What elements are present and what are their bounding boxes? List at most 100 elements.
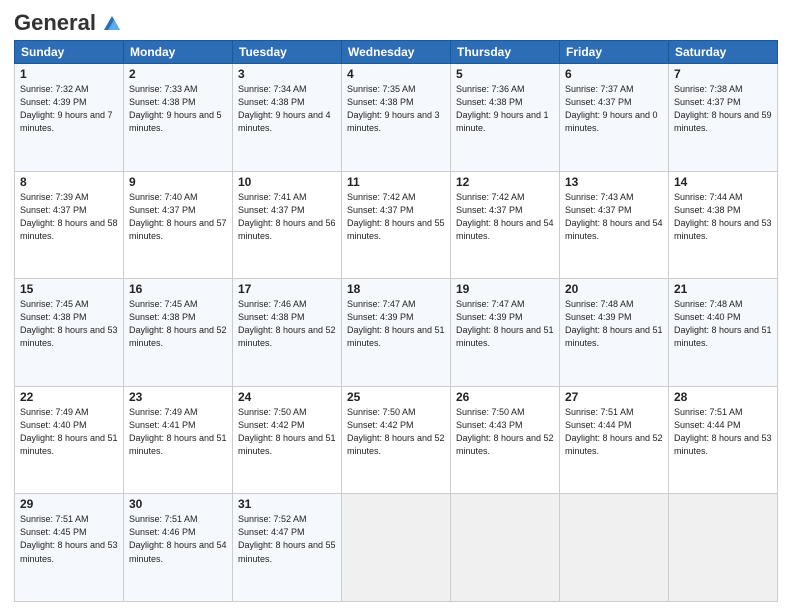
day-cell: 13 Sunrise: 7:43 AMSunset: 4:37 PMDayligh…: [560, 171, 669, 279]
day-number: 6: [565, 67, 663, 81]
day-cell: [560, 494, 669, 602]
weekday-header-wednesday: Wednesday: [342, 41, 451, 64]
day-number: 19: [456, 282, 554, 296]
logo-icon: [100, 12, 122, 34]
day-info: Sunrise: 7:33 AMSunset: 4:38 PMDaylight:…: [129, 83, 227, 135]
weekday-header-saturday: Saturday: [669, 41, 778, 64]
day-cell: 15 Sunrise: 7:45 AMSunset: 4:38 PMDayligh…: [15, 279, 124, 387]
day-number: 5: [456, 67, 554, 81]
week-row-5: 29Sunrise: 7:51 AMSunset: 4:45 PMDayligh…: [15, 494, 778, 602]
day-cell: 26 Sunrise: 7:50 AMSunset: 4:43 PMDayligh…: [451, 386, 560, 494]
day-number: 29: [20, 497, 118, 511]
day-info: Sunrise: 7:48 AMSunset: 4:39 PMDaylight:…: [565, 298, 663, 350]
weekday-header-friday: Friday: [560, 41, 669, 64]
day-cell: 22 Sunrise: 7:49 AMSunset: 4:40 PMDayligh…: [15, 386, 124, 494]
day-number: 10: [238, 175, 336, 189]
day-info: Sunrise: 7:51 AMSunset: 4:46 PMDaylight:…: [129, 513, 227, 565]
day-info: Sunrise: 7:50 AMSunset: 4:43 PMDaylight:…: [456, 406, 554, 458]
day-cell: 8 Sunrise: 7:39 AMSunset: 4:37 PMDaylight…: [15, 171, 124, 279]
weekday-header-sunday: Sunday: [15, 41, 124, 64]
day-info: Sunrise: 7:43 AMSunset: 4:37 PMDaylight:…: [565, 191, 663, 243]
day-cell: 16Sunrise: 7:45 AMSunset: 4:38 PMDayligh…: [124, 279, 233, 387]
week-row-4: 22 Sunrise: 7:49 AMSunset: 4:40 PMDayligh…: [15, 386, 778, 494]
week-row-3: 15 Sunrise: 7:45 AMSunset: 4:38 PMDayligh…: [15, 279, 778, 387]
day-cell: 18Sunrise: 7:47 AMSunset: 4:39 PMDayligh…: [342, 279, 451, 387]
day-cell: 4 Sunrise: 7:35 AMSunset: 4:38 PMDaylight…: [342, 64, 451, 172]
day-cell: 3 Sunrise: 7:34 AMSunset: 4:38 PMDaylight…: [233, 64, 342, 172]
day-number: 25: [347, 390, 445, 404]
day-info: Sunrise: 7:46 AMSunset: 4:38 PMDaylight:…: [238, 298, 336, 350]
day-cell: 29Sunrise: 7:51 AMSunset: 4:45 PMDayligh…: [15, 494, 124, 602]
day-number: 2: [129, 67, 227, 81]
day-number: 14: [674, 175, 772, 189]
day-number: 20: [565, 282, 663, 296]
day-cell: 1 Sunrise: 7:32 AMSunset: 4:39 PMDaylight…: [15, 64, 124, 172]
day-info: Sunrise: 7:51 AMSunset: 4:44 PMDaylight:…: [674, 406, 772, 458]
day-number: 22: [20, 390, 118, 404]
day-cell: 9Sunrise: 7:40 AMSunset: 4:37 PMDaylight…: [124, 171, 233, 279]
day-cell: [669, 494, 778, 602]
day-number: 31: [238, 497, 336, 511]
day-info: Sunrise: 7:32 AMSunset: 4:39 PMDaylight:…: [20, 83, 118, 135]
day-cell: [342, 494, 451, 602]
day-number: 4: [347, 67, 445, 81]
day-number: 13: [565, 175, 663, 189]
day-number: 24: [238, 390, 336, 404]
week-row-2: 8 Sunrise: 7:39 AMSunset: 4:37 PMDaylight…: [15, 171, 778, 279]
day-info: Sunrise: 7:38 AMSunset: 4:37 PMDaylight:…: [674, 83, 772, 135]
day-number: 21: [674, 282, 772, 296]
day-number: 1: [20, 67, 118, 81]
day-cell: 19 Sunrise: 7:47 AMSunset: 4:39 PMDayligh…: [451, 279, 560, 387]
day-number: 9: [129, 175, 227, 189]
day-cell: 17 Sunrise: 7:46 AMSunset: 4:38 PMDayligh…: [233, 279, 342, 387]
day-info: Sunrise: 7:49 AMSunset: 4:41 PMDaylight:…: [129, 406, 227, 458]
day-info: Sunrise: 7:49 AMSunset: 4:40 PMDaylight:…: [20, 406, 118, 458]
day-cell: 24 Sunrise: 7:50 AMSunset: 4:42 PMDayligh…: [233, 386, 342, 494]
day-number: 27: [565, 390, 663, 404]
day-number: 3: [238, 67, 336, 81]
day-cell: 2 Sunrise: 7:33 AMSunset: 4:38 PMDaylight…: [124, 64, 233, 172]
day-number: 15: [20, 282, 118, 296]
day-cell: 30 Sunrise: 7:51 AMSunset: 4:46 PMDayligh…: [124, 494, 233, 602]
header: General: [14, 10, 778, 32]
day-number: 8: [20, 175, 118, 189]
day-info: Sunrise: 7:44 AMSunset: 4:38 PMDaylight:…: [674, 191, 772, 243]
day-cell: 31Sunrise: 7:52 AMSunset: 4:47 PMDayligh…: [233, 494, 342, 602]
weekday-header-tuesday: Tuesday: [233, 41, 342, 64]
day-info: Sunrise: 7:47 AMSunset: 4:39 PMDaylight:…: [347, 298, 445, 350]
page: General SundayMondayTuesdayWednesdayThur…: [0, 0, 792, 612]
day-cell: 25 Sunrise: 7:50 AMSunset: 4:42 PMDayligh…: [342, 386, 451, 494]
day-number: 30: [129, 497, 227, 511]
logo-text-general: General: [14, 10, 96, 36]
day-cell: [451, 494, 560, 602]
day-info: Sunrise: 7:35 AMSunset: 4:38 PMDaylight:…: [347, 83, 445, 135]
day-info: Sunrise: 7:50 AMSunset: 4:42 PMDaylight:…: [238, 406, 336, 458]
day-cell: 23 Sunrise: 7:49 AMSunset: 4:41 PMDayligh…: [124, 386, 233, 494]
day-info: Sunrise: 7:47 AMSunset: 4:39 PMDaylight:…: [456, 298, 554, 350]
day-number: 28: [674, 390, 772, 404]
day-cell: 21 Sunrise: 7:48 AMSunset: 4:40 PMDayligh…: [669, 279, 778, 387]
day-number: 17: [238, 282, 336, 296]
day-info: Sunrise: 7:45 AMSunset: 4:38 PMDaylight:…: [20, 298, 118, 350]
day-number: 7: [674, 67, 772, 81]
day-info: Sunrise: 7:34 AMSunset: 4:38 PMDaylight:…: [238, 83, 336, 135]
day-info: Sunrise: 7:50 AMSunset: 4:42 PMDaylight:…: [347, 406, 445, 458]
day-info: Sunrise: 7:48 AMSunset: 4:40 PMDaylight:…: [674, 298, 772, 350]
day-number: 23: [129, 390, 227, 404]
day-cell: 5Sunrise: 7:36 AMSunset: 4:38 PMDaylight…: [451, 64, 560, 172]
day-cell: 10Sunrise: 7:41 AMSunset: 4:37 PMDayligh…: [233, 171, 342, 279]
day-number: 12: [456, 175, 554, 189]
day-info: Sunrise: 7:39 AMSunset: 4:37 PMDaylight:…: [20, 191, 118, 243]
weekday-header-row: SundayMondayTuesdayWednesdayThursdayFrid…: [15, 41, 778, 64]
day-cell: 6Sunrise: 7:37 AMSunset: 4:37 PMDaylight…: [560, 64, 669, 172]
day-cell: 7 Sunrise: 7:38 AMSunset: 4:37 PMDaylight…: [669, 64, 778, 172]
week-row-1: 1 Sunrise: 7:32 AMSunset: 4:39 PMDaylight…: [15, 64, 778, 172]
day-cell: 28 Sunrise: 7:51 AMSunset: 4:44 PMDayligh…: [669, 386, 778, 494]
day-cell: 27Sunrise: 7:51 AMSunset: 4:44 PMDayligh…: [560, 386, 669, 494]
day-info: Sunrise: 7:42 AMSunset: 4:37 PMDaylight:…: [456, 191, 554, 243]
day-cell: 12 Sunrise: 7:42 AMSunset: 4:37 PMDayligh…: [451, 171, 560, 279]
day-info: Sunrise: 7:42 AMSunset: 4:37 PMDaylight:…: [347, 191, 445, 243]
weekday-header-thursday: Thursday: [451, 41, 560, 64]
weekday-header-monday: Monday: [124, 41, 233, 64]
day-number: 26: [456, 390, 554, 404]
